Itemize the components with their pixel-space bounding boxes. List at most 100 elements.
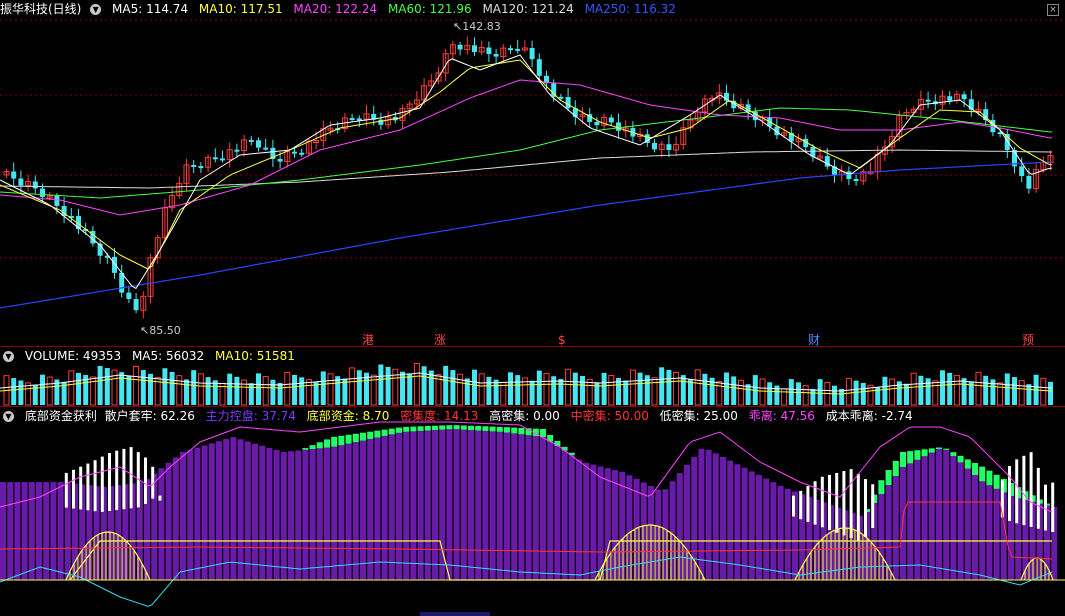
volume-settings-icon[interactable]: ▼ xyxy=(3,351,14,362)
retail-bar xyxy=(93,460,97,512)
candle-body xyxy=(457,44,463,50)
fund-bar xyxy=(928,448,935,453)
fund-bar xyxy=(331,436,338,447)
fund-bar xyxy=(907,451,914,464)
volume-bar xyxy=(925,378,931,405)
marker-forecast[interactable]: 预 xyxy=(1022,333,1034,347)
control-bar xyxy=(727,460,734,580)
volume-bar xyxy=(580,376,585,405)
retail-bar xyxy=(871,484,875,528)
control-bar xyxy=(331,446,338,580)
fund-bar xyxy=(475,426,482,431)
candle-body xyxy=(652,142,657,150)
control-bar xyxy=(237,439,244,580)
fund-bar xyxy=(410,426,417,432)
control-bar xyxy=(288,451,294,580)
volume-bar xyxy=(651,377,658,406)
fund-bar xyxy=(518,427,525,435)
volume-bar xyxy=(572,372,578,405)
marker-finance[interactable]: 财 xyxy=(808,333,820,347)
volume-bar xyxy=(796,382,801,405)
indicator-settings-icon[interactable]: ▼ xyxy=(3,411,14,422)
volume-bar xyxy=(536,370,542,405)
retail-bar xyxy=(108,453,111,511)
volume-bar xyxy=(781,388,788,406)
control-bar xyxy=(360,440,366,580)
fund-bar xyxy=(885,470,892,485)
control-bar xyxy=(165,462,172,580)
marker-hk[interactable]: 港 xyxy=(362,333,374,347)
volume-bar xyxy=(810,388,816,405)
control-bar xyxy=(576,459,582,580)
volume-bar xyxy=(947,372,953,405)
retail-bar xyxy=(828,474,831,530)
stock-title: 振华科技(日线) xyxy=(0,2,82,16)
control-bar xyxy=(921,456,928,580)
volume-bar xyxy=(1040,377,1047,406)
ma120-label: MA120: 121.24 xyxy=(482,2,574,16)
control-bar xyxy=(964,468,971,580)
volume-bar xyxy=(46,376,53,406)
kline-chart xyxy=(0,19,1065,319)
candle-body xyxy=(565,97,571,109)
fund-bar xyxy=(489,426,496,432)
control-bar xyxy=(201,445,208,580)
volume-value: VOLUME: 49353 xyxy=(24,349,122,363)
control-bar xyxy=(619,471,626,580)
fund-bar xyxy=(324,439,330,448)
fund-bar xyxy=(316,442,323,449)
control-bar xyxy=(14,482,21,580)
ma5-label: MA5: 114.74 xyxy=(112,2,189,16)
volume-pane[interactable]: ▼ VOLUME: 49353 MA5: 56032 MA10: 51581 xyxy=(0,347,1065,406)
control-bar xyxy=(180,452,186,580)
fund-bar xyxy=(302,448,309,450)
control-bar xyxy=(446,429,453,580)
volume-bar xyxy=(543,372,550,406)
control-bar xyxy=(50,482,57,580)
volume-bar xyxy=(731,376,737,405)
volume-bar xyxy=(904,383,909,405)
retail-bar xyxy=(1015,459,1019,524)
retail-bar xyxy=(1036,467,1040,529)
retail-bar xyxy=(1000,480,1004,518)
fund-bar xyxy=(345,434,352,444)
volume-bar xyxy=(443,365,449,405)
control-bar xyxy=(216,441,222,580)
volume-bar xyxy=(515,375,521,405)
control-bar xyxy=(280,451,287,580)
fund-bar xyxy=(892,461,899,476)
ma-settings-icon[interactable]: ▼ xyxy=(90,4,102,15)
volume-bar xyxy=(140,370,146,405)
fund-bar xyxy=(403,426,410,432)
control-bar xyxy=(324,447,330,580)
control-bar xyxy=(352,442,359,580)
volume-bar xyxy=(673,371,680,406)
retail-bar xyxy=(835,472,839,533)
low-price-arrow-icon: ↖ xyxy=(140,324,150,337)
volume-bar xyxy=(169,371,175,405)
marker-rise[interactable]: 涨 xyxy=(434,333,446,347)
volume-bar xyxy=(910,372,917,406)
candle-body xyxy=(212,157,218,160)
control-bar xyxy=(194,447,201,580)
volume-bar xyxy=(932,380,939,406)
fund-bar xyxy=(424,426,431,431)
volume-bar xyxy=(767,382,773,405)
candle-body xyxy=(961,94,967,100)
volume-bar xyxy=(126,375,132,405)
marker-dollar[interactable]: $ xyxy=(558,333,566,347)
control-bar xyxy=(403,431,410,580)
fund-bar xyxy=(943,448,950,450)
kline-pane[interactable]: 振华科技(日线) ▼ MA5: 114.74 MA10: 117.51 MA20… xyxy=(0,0,1065,347)
control-bar xyxy=(259,445,266,580)
volume-bar xyxy=(104,368,110,405)
ma250-label: MA250: 116.32 xyxy=(584,2,676,16)
control-bar xyxy=(367,439,374,580)
indicator-chart xyxy=(0,421,1065,607)
indicator-pane[interactable]: ▼ 底部资金获利 散户套牢: 62.26 主力控盘: 37.74 底部资金: 8… xyxy=(0,407,1065,616)
retail-bar xyxy=(79,466,83,510)
control-bar xyxy=(482,430,489,580)
control-bar xyxy=(223,439,230,580)
control-bar xyxy=(309,449,316,580)
volume-bar xyxy=(666,369,672,405)
